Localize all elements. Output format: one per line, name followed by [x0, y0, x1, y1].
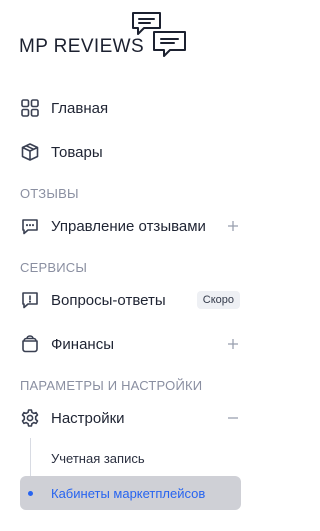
gear-icon: [20, 408, 40, 428]
nav-item-products[interactable]: Товары: [0, 133, 255, 171]
submenu-item-account-label: Учетная запись: [51, 450, 145, 466]
chat-bubbles-logo-icon: [130, 10, 190, 60]
sidebar: MP REVIEWS Главная Товары ОТЗЫВЫ Управле…: [0, 0, 255, 531]
chat-icon: [20, 216, 40, 236]
section-title-reviews: ОТЗЫВЫ: [20, 186, 79, 201]
grid-icon: [20, 98, 40, 118]
nav-item-finance-label: Финансы: [51, 335, 114, 353]
nav-item-home-label: Главная: [51, 99, 109, 117]
nav-item-home[interactable]: Главная: [0, 89, 255, 127]
nav-item-settings[interactable]: Настройки: [0, 399, 255, 437]
submenu-item-marketplaces-label: Кабинеты маркетплейсов: [51, 485, 206, 501]
expand-plus-icon[interactable]: [227, 338, 239, 350]
active-indicator-dot: [28, 491, 33, 496]
nav-item-manage-reviews[interactable]: Управление отзывами: [0, 207, 255, 245]
nav-item-finance[interactable]: Финансы: [0, 325, 255, 363]
collapse-minus-icon[interactable]: [227, 412, 239, 424]
brand-logo-text[interactable]: MP REVIEWS: [19, 36, 144, 58]
expand-plus-icon[interactable]: [227, 220, 239, 232]
nav-item-products-label: Товары: [51, 143, 103, 161]
nav-item-manage-reviews-label: Управление отзывами: [51, 217, 206, 235]
submenu-item-marketplaces[interactable]: Кабинеты маркетплейсов: [20, 476, 241, 510]
section-title-settings: ПАРАМЕТРЫ И НАСТРОЙКИ: [20, 378, 203, 393]
nav-item-qa-label: Вопросы-ответы: [51, 291, 166, 309]
nav-item-qa[interactable]: Вопросы-ответы Скоро: [0, 281, 255, 319]
box-icon: [20, 142, 40, 162]
nav-item-settings-label: Настройки: [51, 409, 125, 427]
submenu-item-account[interactable]: Учетная запись: [20, 441, 241, 475]
coming-soon-badge: Скоро: [196, 291, 240, 309]
question-chat-icon: [20, 290, 40, 310]
section-title-services: СЕРВИСЫ: [20, 260, 88, 275]
wallet-icon: [20, 334, 40, 354]
